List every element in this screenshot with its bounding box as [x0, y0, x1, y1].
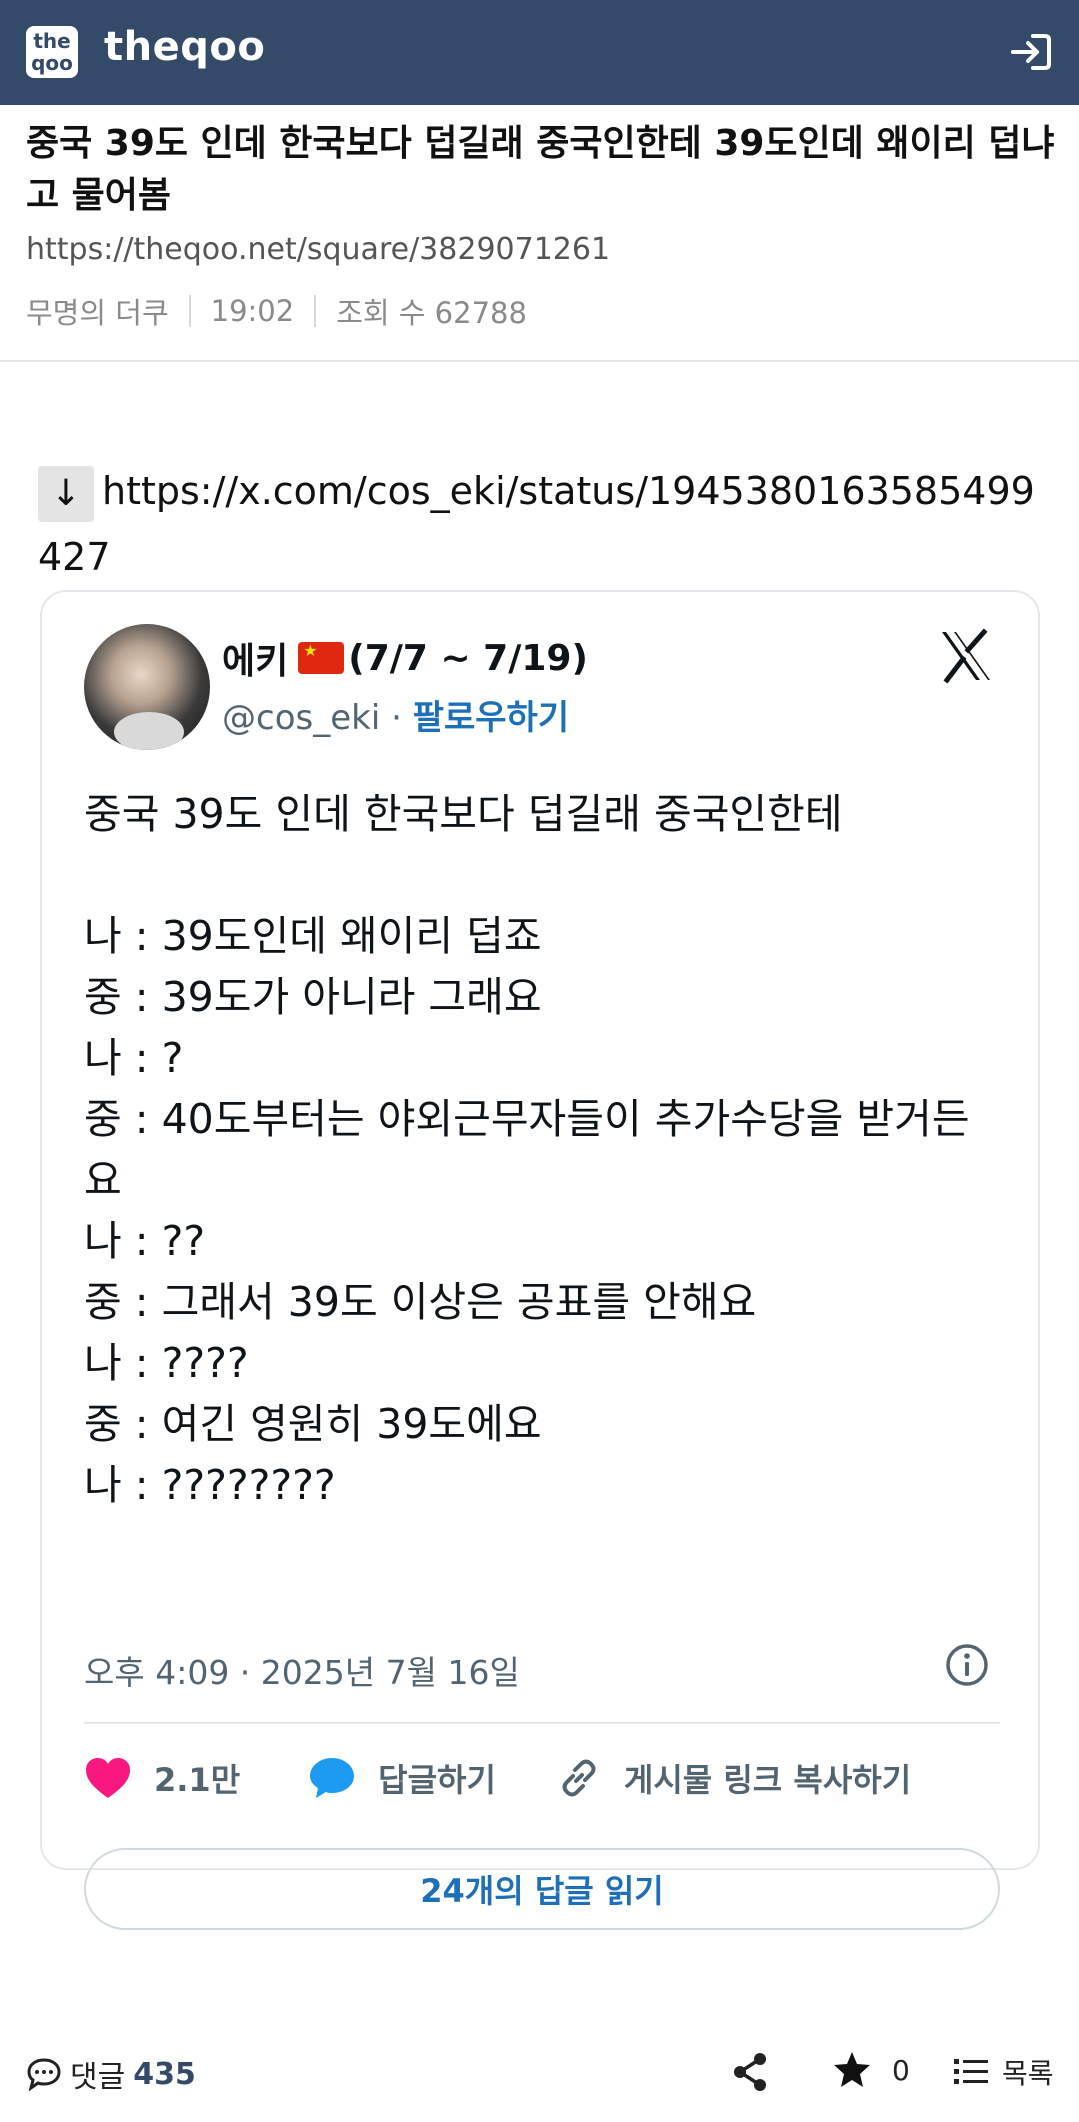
comments-label: 댓글	[70, 2060, 126, 2095]
tweet-handle[interactable]: @cos_eki	[222, 698, 380, 738]
tweet-author-name-line[interactable]: 에키 (7/7 ~ 7/19)	[222, 632, 588, 684]
app-header: the qoo theqoo	[0, 0, 1079, 105]
down-arrow-icon: ↓	[38, 465, 94, 522]
tweet-actions: 2.1만 답글하기 게시물 링크 복사하기	[84, 1748, 1000, 1808]
tweet-handle-line: @cos_eki · 팔로우하기	[222, 690, 569, 739]
read-replies-button[interactable]: 24개의 답글 읽기	[84, 1848, 1000, 1930]
tweet-author-name: 에키	[222, 641, 289, 682]
like-button[interactable]: 2.1만	[84, 1755, 240, 1801]
post-time: 19:02	[210, 294, 295, 328]
list-label: 목록	[1002, 2057, 1054, 2090]
info-icon[interactable]	[944, 1642, 990, 1688]
share-icon[interactable]	[732, 2052, 768, 2092]
comments-count: 435	[133, 2056, 196, 2092]
header-divider	[0, 360, 1079, 362]
x-logo-icon[interactable]	[936, 626, 996, 686]
post-permalink[interactable]: https://theqoo.net/square/3829071261	[26, 232, 610, 267]
logo-text-bottom: qoo	[31, 51, 73, 75]
cn-flag-icon	[298, 641, 345, 674]
speech-bubble-icon	[310, 1758, 355, 1798]
comment-icon	[27, 2058, 61, 2091]
reply-button[interactable]: 답글하기	[308, 1755, 496, 1801]
post-title: 중국 39도 인데 한국보다 덥길래 중국인한테 39도인데 왜이리 덥냐고 물…	[26, 123, 1055, 216]
post-views: 조회 수 62788	[336, 296, 527, 330]
copy-link-button[interactable]: 게시물 링크 복사하기	[556, 1755, 911, 1801]
favorite-button[interactable]: 0	[832, 2050, 910, 2090]
tweet-text: 중국 39도 인데 한국보다 덥길래 중국인한테 나 : 39도인데 왜이리 덥…	[84, 790, 970, 1509]
list-button[interactable]: 목록	[954, 2052, 1054, 2092]
star-icon	[834, 2052, 870, 2087]
tweet-author-avatar[interactable]	[84, 624, 210, 750]
tweet-source-link[interactable]: https://x.com/cos_eki/status/19453801635…	[38, 469, 1035, 579]
bottom-action-bar: 댓글 435 0 목록	[0, 2040, 1079, 2110]
link-icon	[562, 1759, 596, 1797]
meta-separator	[314, 295, 317, 327]
post-meta: 무명의 더쿠 19:02 조회 수 62788	[26, 290, 527, 332]
brand-name[interactable]: theqoo	[104, 24, 265, 70]
tweet-embed-card: 에키 (7/7 ~ 7/19) @cos_eki · 팔로우하기 중국 39도 …	[40, 590, 1040, 1930]
tweet-divider	[84, 1722, 1000, 1724]
tweet-timestamp[interactable]: 오후 4:09 · 2025년 7월 16일	[84, 1646, 520, 1694]
comments-button[interactable]: 댓글 435	[26, 2052, 196, 2096]
favorite-count: 0	[892, 2053, 910, 2087]
like-count: 2.1만	[154, 1761, 241, 1799]
handle-separator: ·	[380, 698, 413, 738]
post-body-link: ↓ https://x.com/cos_eki/status/1945380163…	[38, 458, 1058, 590]
reply-label: 답글하기	[378, 1761, 496, 1799]
heart-icon	[86, 1758, 130, 1798]
tweet-author-suffix: (7/7 ~ 7/19)	[348, 637, 588, 679]
logo-text-top: the	[33, 29, 71, 53]
theqoo-logo[interactable]: the qoo	[26, 26, 78, 78]
follow-button[interactable]: 팔로우하기	[413, 698, 569, 738]
post-author: 무명의 더쿠	[26, 296, 169, 330]
login-icon[interactable]	[1007, 28, 1055, 76]
meta-separator	[188, 295, 191, 327]
list-icon	[954, 2059, 988, 2084]
copy-link-label: 게시물 링크 복사하기	[623, 1761, 912, 1799]
